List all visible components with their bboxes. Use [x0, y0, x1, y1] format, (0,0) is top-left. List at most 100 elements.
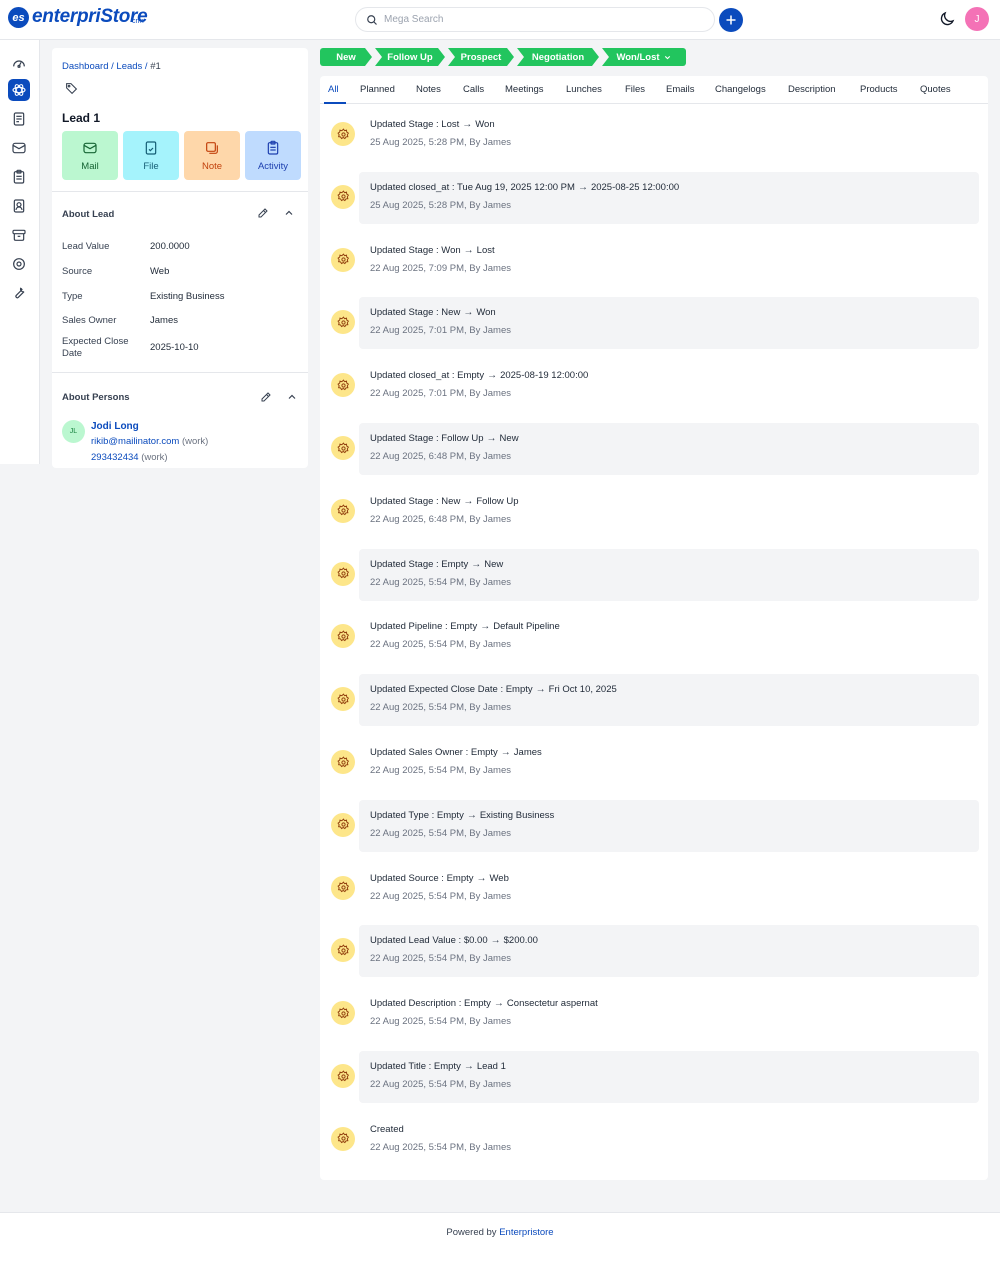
person-avatar: JL [62, 420, 85, 443]
activity-change-from: Updated Stage : Lost [370, 119, 460, 130]
configuration-icon[interactable] [8, 281, 30, 303]
tab-changelogs[interactable]: Changelogs [715, 84, 766, 95]
activity-meta: 25 Aug 2025, 5:28 PM, By James [370, 137, 512, 148]
activity-change-from: Updated Stage : New [370, 307, 461, 319]
activity-change-from: Updated Stage : New [370, 495, 461, 507]
activity-item: Updated Expected Close Date : Empty → Fri … [359, 674, 979, 727]
breadcrumb-dashboard[interactable]: Dashboard [62, 61, 108, 72]
stage-new[interactable]: New [320, 48, 372, 66]
chevron-down-icon [664, 55, 670, 59]
mail-icon[interactable] [8, 137, 30, 159]
activity-change-to: New [499, 433, 519, 444]
arrow-right-icon: → [476, 872, 487, 884]
activity-change-from: Updated closed_at : Empty [370, 370, 485, 382]
mail-action-button[interactable]: Mail [62, 131, 118, 180]
quotes-icon[interactable] [8, 108, 30, 130]
mega-search[interactable] [355, 7, 715, 32]
activity-item: Updated closed_at : Empty → 2025-08-19 12:… [359, 360, 979, 412]
edit-icon[interactable] [260, 391, 272, 403]
activity-type-icon [331, 1064, 355, 1088]
gear-icon [336, 818, 349, 830]
gear-icon [336, 379, 349, 390]
edit-icon[interactable] [257, 207, 269, 219]
activity-item: Created 22 Aug 2025, 5:54 PM, By James [359, 1114, 979, 1166]
stage-follow-up[interactable]: Follow Up [375, 48, 445, 66]
person-email-row: rikib@mailinator.com (work) [91, 436, 208, 447]
activity-type-icon [331, 812, 355, 837]
activity-title: Updated Source : Empty → Web [370, 873, 509, 884]
dark-mode-toggle[interactable] [938, 10, 956, 28]
stage-label: Prospect [460, 51, 502, 63]
leads-icon[interactable] [8, 79, 30, 101]
activity-change-from: Updated Type : Empty [370, 809, 464, 821]
active-tab-indicator [324, 102, 346, 104]
breadcrumb-leads[interactable]: Leads [116, 61, 142, 72]
stage-won-lost[interactable]: Won/Lost [602, 48, 686, 66]
activity-action-button[interactable]: Activity [245, 131, 301, 180]
activity-title: Updated Stage : New → Won [370, 307, 496, 318]
activity-title: Updated Stage : Follow Up → New [370, 433, 519, 444]
about-lead-title: About Lead [62, 209, 115, 220]
tab-files[interactable]: Files [625, 84, 645, 95]
arrow-right-icon: → [493, 998, 504, 1010]
person-name[interactable]: Jodi Long [91, 421, 139, 432]
logo-badge: es [8, 7, 29, 28]
activity-title: Updated Lead Value : $0.00 → $200.00 [370, 935, 538, 946]
footer-link[interactable]: Enterpristore [499, 1227, 553, 1238]
person-phone[interactable]: 293432434 [91, 452, 139, 463]
stage-negotiation[interactable]: Negotiation [517, 48, 599, 66]
tab-description[interactable]: Description [788, 84, 836, 95]
activity-change-from: Updated Stage : Empty [370, 558, 469, 570]
tab-lunches[interactable]: Lunches [566, 84, 602, 95]
dashboard-icon[interactable] [8, 52, 30, 74]
tab-products[interactable]: Products [860, 84, 898, 95]
arrow-right-icon: → [463, 307, 474, 319]
tab-planned[interactable]: Planned [360, 84, 395, 95]
arrow-right-icon: → [463, 495, 474, 507]
tab-quotes[interactable]: Quotes [920, 84, 951, 95]
activity-item: Updated closed_at : Tue Aug 19, 2025 12:… [359, 171, 979, 224]
quick-create-button[interactable] [719, 8, 743, 32]
activities-icon[interactable] [8, 166, 30, 188]
activity-title: Updated closed_at : Tue Aug 19, 2025 12:… [370, 182, 679, 193]
products-icon[interactable] [8, 224, 30, 246]
activity-meta: 22 Aug 2025, 7:01 PM, By James [370, 388, 512, 400]
activity-change-to: New [484, 558, 504, 570]
activity-item: Updated Stage : Won → Lost 22 Aug 2025, 7:0… [359, 235, 979, 287]
tab-meetings[interactable]: Meetings [505, 84, 544, 95]
search-input[interactable] [384, 14, 684, 25]
person-email[interactable]: rikib@mailinator.com [91, 436, 179, 447]
activity-change-to: Won [475, 119, 495, 130]
activity-meta: 22 Aug 2025, 5:54 PM, By James [370, 1141, 512, 1153]
user-avatar[interactable]: J [965, 7, 989, 31]
tab-all[interactable]: All [328, 84, 339, 95]
lead-title: Lead 1 [62, 111, 101, 125]
tab-notes[interactable]: Notes [416, 84, 441, 95]
activity-meta: 22 Aug 2025, 5:54 PM, By James [370, 576, 512, 588]
app-logo[interactable]: es enterpriStore [8, 6, 148, 34]
gear-icon [336, 755, 349, 767]
activity-title: Updated closed_at : Empty → 2025-08-19 12:… [370, 370, 588, 381]
gear-icon [336, 190, 349, 202]
tab-emails[interactable]: Emails [666, 84, 695, 95]
activity-change-from: Updated Stage : Won [370, 244, 461, 256]
chevron-up-icon[interactable] [286, 391, 298, 403]
activity-item: Updated Title : Empty → Lead 1 22 Aug 2025,… [359, 1051, 979, 1103]
sales-owner-label: Sales Owner [62, 315, 117, 326]
arrow-right-icon: → [535, 684, 546, 696]
stage-prospect[interactable]: Prospect [448, 48, 514, 66]
gear-icon [336, 127, 349, 139]
expected-close-value: 2025-10-10 [150, 342, 199, 353]
note-action-button[interactable]: Note [184, 131, 240, 180]
activity-change-from: Updated Stage : Follow Up [370, 433, 484, 444]
activity-change-from: Updated Source : Empty [370, 872, 474, 884]
activity-meta: 22 Aug 2025, 7:01 PM, By James [370, 325, 512, 337]
contacts-icon[interactable] [8, 195, 30, 217]
chevron-up-icon[interactable] [283, 207, 295, 219]
footer: Powered by Enterpristore [0, 1212, 1000, 1266]
settings-icon[interactable] [8, 253, 30, 275]
file-action-button[interactable]: File [123, 131, 179, 180]
tab-calls[interactable]: Calls [463, 84, 484, 95]
tag-icon[interactable] [65, 82, 78, 95]
activity-meta: 22 Aug 2025, 5:54 PM, By James [370, 702, 512, 714]
